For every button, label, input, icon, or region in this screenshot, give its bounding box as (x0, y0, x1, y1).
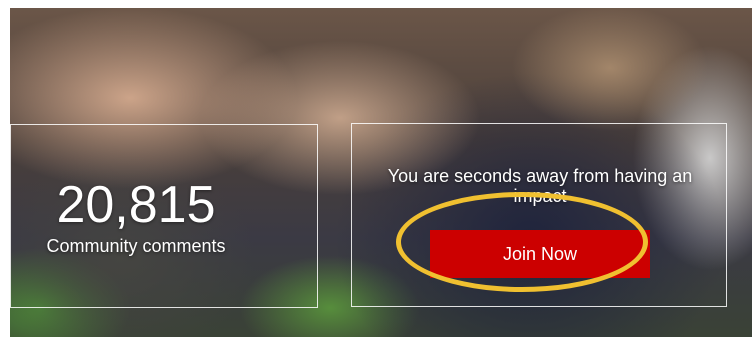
community-stat-box: 20,815 Community comments (10, 124, 318, 308)
cta-message: You are seconds away from having an impa… (387, 166, 693, 206)
page-frame: 20,815 Community comments You are second… (0, 0, 752, 337)
comment-count-label: Community comments (46, 236, 226, 256)
hero-photo-background: 20,815 Community comments You are second… (10, 8, 752, 337)
join-cta-box: You are seconds away from having an impa… (351, 123, 727, 307)
join-now-button[interactable]: Join Now (430, 230, 650, 278)
comment-count: 20,815 (56, 176, 216, 234)
